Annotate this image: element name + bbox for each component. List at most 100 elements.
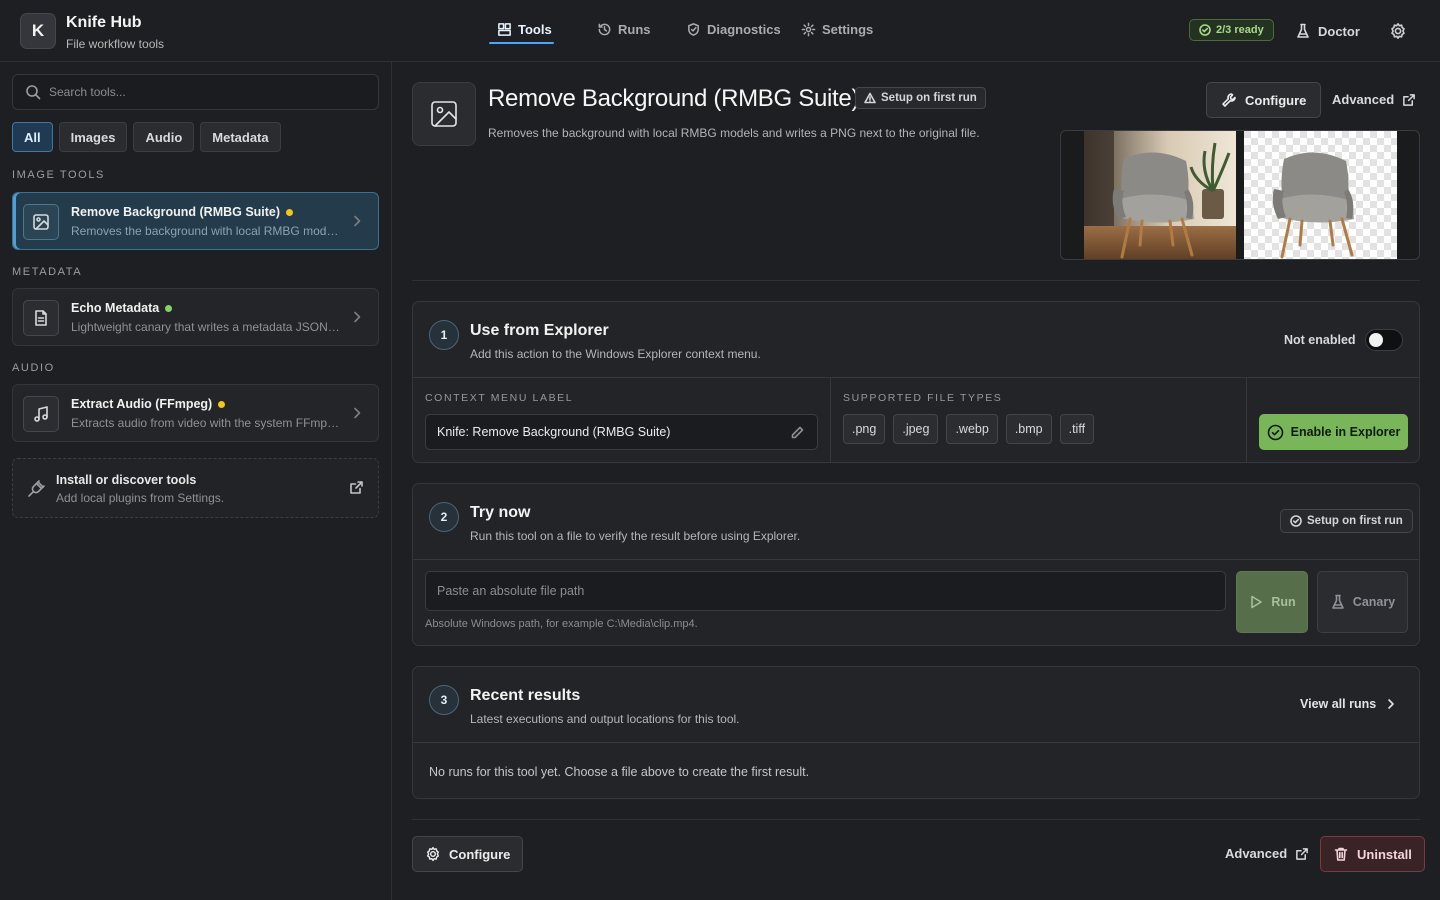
uninstall-label: Uninstall — [1357, 846, 1412, 862]
footer-advanced-link[interactable]: Advanced — [1225, 846, 1309, 861]
ready-status-text: 2/3 ready — [1216, 24, 1264, 36]
ready-status-badge[interactable]: 2/3 ready — [1189, 19, 1274, 41]
gear-icon[interactable] — [1389, 22, 1407, 40]
run-label: Run — [1271, 595, 1296, 609]
toggle-knob — [1369, 333, 1383, 347]
file-type-chip: .tiff — [1059, 414, 1095, 444]
active-nav-underline — [489, 42, 554, 44]
canary-button[interactable]: Canary — [1317, 571, 1408, 633]
chevron-right-icon — [354, 407, 361, 419]
filter-metadata[interactable]: Metadata — [200, 122, 281, 152]
nav-settings[interactable]: Settings — [801, 22, 873, 37]
settings-icon — [801, 22, 816, 37]
section-metadata: METADATA — [12, 266, 83, 278]
footer-configure-label: Configure — [449, 846, 511, 862]
nav-diagnostics[interactable]: Diagnostics — [686, 22, 781, 37]
nav-tools-label: Tools — [518, 22, 552, 37]
file-type-chip: .bmp — [1005, 414, 1052, 444]
nav-runs[interactable]: Runs — [597, 22, 651, 37]
diagnostics-icon — [688, 23, 699, 36]
status-dot-ready — [165, 304, 173, 312]
footer-configure-button[interactable]: Configure — [412, 836, 524, 872]
view-all-label: View all runs — [1300, 697, 1377, 711]
tool-card-title: Echo Metadata — [71, 301, 173, 315]
status-dot-warning — [286, 208, 294, 216]
image-icon — [23, 204, 59, 240]
wrench-icon — [1222, 93, 1236, 107]
tool-desc: Removes the background with local RMBG m… — [71, 224, 341, 238]
section-audio: AUDIO — [12, 362, 55, 374]
external-link-icon — [350, 481, 363, 494]
try-now-panel: 2 Try now Run this tool on a file to ver… — [412, 483, 1420, 646]
tool-name: Echo Metadata — [71, 301, 160, 315]
panel-title: Try now — [470, 504, 531, 521]
view-all-runs-link[interactable]: View all runs — [1300, 697, 1397, 711]
doctor-label: Doctor — [1318, 23, 1360, 39]
step-number: 2 — [429, 502, 459, 532]
page-title: Remove Background (RMBG Suite) — [488, 85, 860, 112]
panel-subtitle: Latest executions and output locations f… — [470, 712, 740, 726]
tool-card-remove-background[interactable]: Remove Background (RMBG Suite) Removes t… — [12, 192, 379, 250]
advanced-label: Advanced — [1332, 92, 1395, 107]
warning-icon — [864, 92, 876, 104]
setup-badge: Setup on first run — [855, 87, 986, 109]
search-box[interactable] — [12, 74, 379, 110]
filter-images[interactable]: Images — [58, 122, 128, 152]
check-circle-icon — [1199, 24, 1211, 36]
doctor-button[interactable]: Doctor — [1296, 23, 1360, 39]
file-path-input[interactable] — [425, 571, 1226, 611]
setup-status-pill: Setup on first run — [1280, 509, 1413, 533]
tool-image-icon — [412, 82, 476, 146]
tool-name: Remove Background (RMBG Suite) — [71, 205, 281, 219]
tool-card-echo-metadata[interactable]: Echo Metadata Lightweight canary that wr… — [12, 288, 379, 346]
uninstall-button[interactable]: Uninstall — [1320, 836, 1425, 872]
advanced-link[interactable]: Advanced — [1332, 92, 1416, 107]
nav-tools[interactable]: Tools — [489, 22, 554, 44]
original-image — [1084, 131, 1236, 259]
configure-label: Configure — [1245, 92, 1307, 108]
install-subtitle: Add local plugins from Settings. — [56, 491, 225, 505]
app-title: Knife Hub — [66, 14, 142, 31]
context-label-field[interactable]: Knife: Remove Background (RMBG Suite) — [425, 414, 818, 450]
tool-desc: Lightweight canary that writes a metadat… — [71, 320, 341, 334]
check-circle-icon — [1267, 424, 1283, 440]
column-separator — [830, 377, 831, 462]
file-types-heading: SUPPORTED FILE TYPES — [843, 392, 1003, 404]
panel-title: Recent results — [470, 687, 581, 704]
run-button[interactable]: Run — [1236, 571, 1308, 633]
explorer-toggle[interactable] — [1365, 329, 1403, 351]
configure-button[interactable]: Configure — [1206, 82, 1322, 118]
tool-card-title: Remove Background (RMBG Suite) — [71, 205, 294, 219]
history-icon — [598, 23, 611, 36]
edit-icon — [791, 426, 804, 439]
file-type-chip: .png — [843, 414, 886, 444]
tool-card-extract-audio[interactable]: Extract Audio (FFmpeg) Extracts audio fr… — [12, 384, 379, 442]
context-label-heading: CONTEXT MENU LABEL — [425, 392, 574, 404]
trash-icon — [1334, 847, 1348, 861]
setup-pill-text: Setup on first run — [1307, 515, 1403, 527]
install-title: Install or discover tools — [56, 473, 197, 487]
filter-all[interactable]: All — [12, 122, 53, 152]
file-type-chip: .jpeg — [893, 414, 939, 444]
path-hint: Absolute Windows path, for example C:\Me… — [425, 618, 698, 630]
before-after-preview — [1060, 130, 1420, 260]
file-types-list: .png .jpeg .webp .bmp .tiff — [843, 414, 1095, 444]
empty-results-text: No runs for this tool yet. Choose a file… — [429, 765, 810, 779]
search-input[interactable] — [49, 85, 349, 99]
recent-results-panel: 3 Recent results Latest executions and o… — [412, 666, 1420, 799]
nav-diagnostics-label: Diagnostics — [707, 22, 781, 37]
enable-in-explorer-button[interactable]: Enable in Explorer — [1259, 414, 1408, 450]
install-tools-card[interactable]: Install or discover tools Add local plug… — [12, 458, 379, 518]
tool-desc: Extracts audio from video with the syste… — [71, 416, 341, 430]
panel-divider — [413, 377, 1419, 378]
external-link-icon — [1296, 847, 1309, 860]
document-icon — [23, 300, 59, 336]
external-link-icon — [1403, 93, 1416, 106]
filter-audio[interactable]: Audio — [133, 122, 195, 152]
check-circle-icon — [1290, 515, 1302, 527]
gear-icon — [426, 846, 440, 862]
music-note-icon — [23, 396, 59, 432]
section-image-tools: IMAGE TOOLS — [12, 169, 105, 181]
toggle-label: Not enabled — [1284, 333, 1356, 347]
top-bar: K Knife Hub File workflow tools Tools Ru… — [0, 0, 1440, 62]
